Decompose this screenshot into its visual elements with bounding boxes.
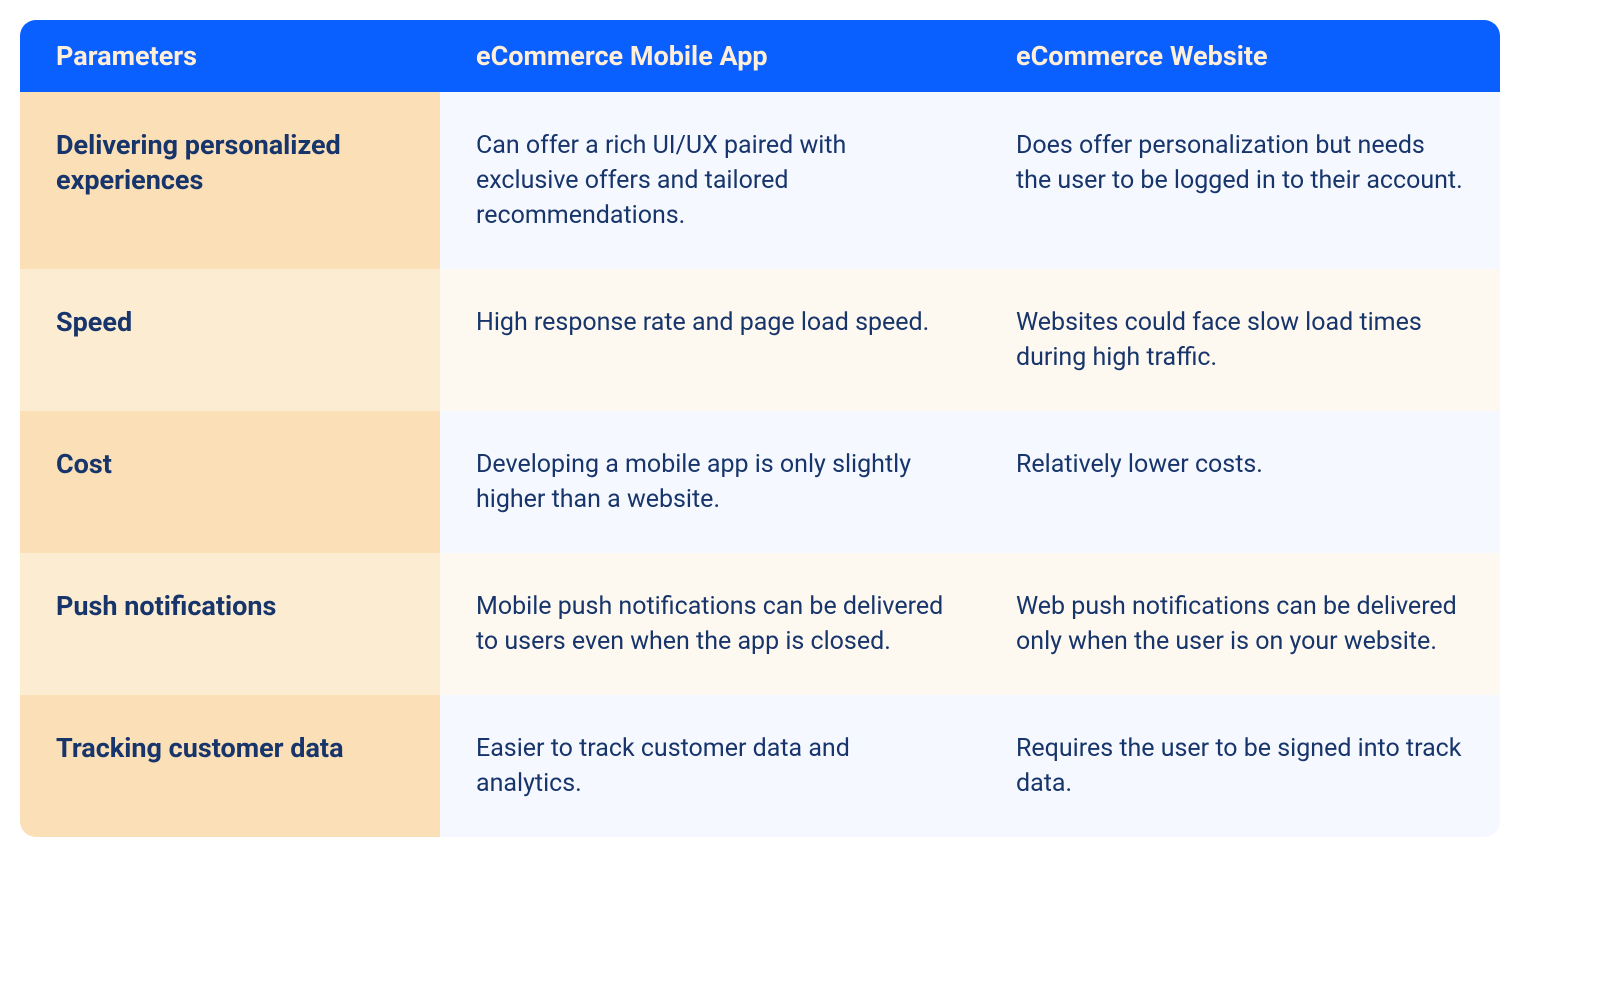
parameter-label: Cost [20,411,440,553]
header-mobile-app: eCommerce Mobile App [440,20,980,92]
table-row: Delivering personalized experiences Can … [20,92,1500,269]
parameter-label: Speed [20,269,440,411]
table-row: Speed High response rate and page load s… [20,269,1500,411]
parameter-label: Delivering personalized experiences [20,92,440,269]
table-row: Tracking customer data Easier to track c… [20,695,1500,837]
website-value: Does offer personalization but needs the… [980,92,1500,269]
mobile-app-value: Easier to track customer data and analyt… [440,695,980,837]
table-header-row: Parameters eCommerce Mobile App eCommerc… [20,20,1500,92]
website-value: Relatively lower costs. [980,411,1500,553]
table-row: Cost Developing a mobile app is only sli… [20,411,1500,553]
comparison-table: Parameters eCommerce Mobile App eCommerc… [20,20,1500,837]
website-value: Requires the user to be signed into trac… [980,695,1500,837]
header-parameters: Parameters [20,20,440,92]
mobile-app-value: Can offer a rich UI/UX paired with exclu… [440,92,980,269]
parameter-label: Push notifications [20,553,440,695]
website-value: Web push notifications can be delivered … [980,553,1500,695]
mobile-app-value: High response rate and page load speed. [440,269,980,411]
mobile-app-value: Mobile push notifications can be deliver… [440,553,980,695]
parameter-label: Tracking customer data [20,695,440,837]
mobile-app-value: Developing a mobile app is only slightly… [440,411,980,553]
website-value: Websites could face slow load times duri… [980,269,1500,411]
header-website: eCommerce Website [980,20,1500,92]
table-row: Push notifications Mobile push notificat… [20,553,1500,695]
